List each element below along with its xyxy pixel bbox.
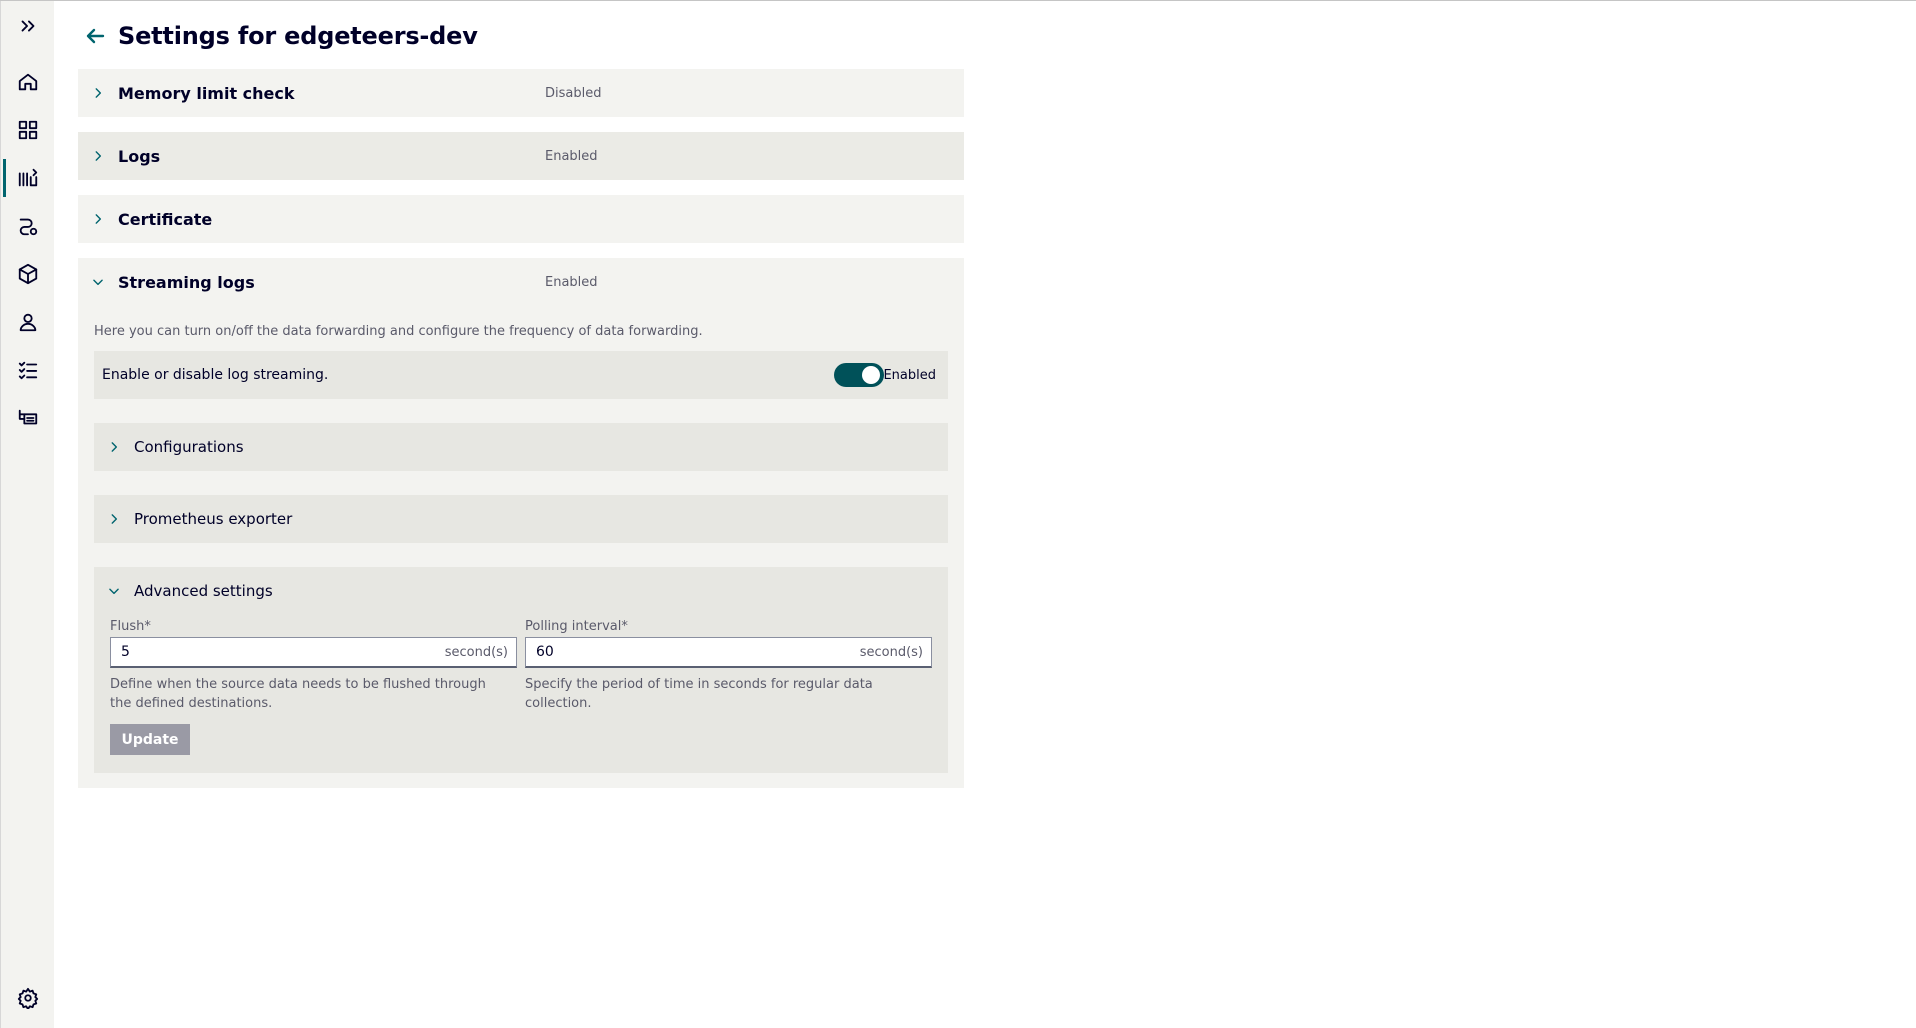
panel-title: Memory limit check [118,83,295,103]
chevron-right-icon [88,146,108,166]
panel-title: Streaming logs [118,272,255,292]
panel-memory-header[interactable]: Memory limit check Disabled [78,69,964,117]
subpanel-title: Prometheus exporter [134,510,293,528]
flush-input[interactable] [119,643,419,661]
chevron-right-icon [88,83,108,103]
subpanel-prometheus-header[interactable]: Prometheus exporter [94,495,948,543]
user-icon [19,313,37,332]
checklist-icon [18,361,38,380]
sidebar-item-tasks[interactable] [1,348,55,392]
app-window: Settings for edgeteers-dev Memory limit … [0,0,1916,1028]
subpanel-configurations-header[interactable]: Configurations [94,423,948,471]
sidebar-item-dashboard[interactable] [1,108,55,152]
polling-interval-input[interactable] [534,643,834,661]
sidebar-item-packages[interactable] [1,252,55,296]
polling-interval-field: Polling interval* second(s) Specify the … [525,619,932,711]
chevron-right-icon [104,509,124,529]
polling-interval-unit: second(s) [859,644,923,660]
sidebar-item-home[interactable] [1,60,55,104]
status-text: Enabled [545,274,598,290]
flush-field: Flush* second(s) Define when the source … [110,619,517,711]
panel-logs-header[interactable]: Logs Enabled [78,132,964,180]
flush-input-box: second(s) [110,637,517,668]
subpanel-title: Advanced settings [134,582,273,600]
toggle-label: Enable or disable log streaming. [102,367,329,383]
flush-help-text: Define when the source data needs to be … [110,677,486,711]
update-button[interactable]: Update [110,724,190,755]
chevron-right-icon [104,437,124,457]
sidebar-item-settings[interactable] [1,976,55,1020]
toggle-state-text: Enabled [883,367,936,383]
sidebar-item-users[interactable] [1,300,55,344]
arrow-left-icon [86,28,105,44]
subpanel-configurations: Configurations [94,423,948,471]
package-icon [18,263,38,285]
sidebar-item-network-devices[interactable] [1,396,55,440]
panel-streaming-logs: Streaming logs Enabled Here you can turn… [78,258,964,788]
sidebar-item-connections[interactable] [1,204,55,248]
panel-certificate: Certificate [78,195,964,243]
expand-icon [21,20,35,32]
gear-icon [17,987,39,1009]
chevron-right-icon [88,209,108,229]
panel-streaming-header[interactable]: Streaming logs Enabled [78,258,964,306]
panel-title: Certificate [118,209,213,229]
status-text: Enabled [545,148,598,164]
dashboard-icon [18,120,38,140]
sidebar [0,1,54,1028]
streaming-description: Here you can turn on/off the data forwar… [94,324,703,339]
polling-interval-label: Polling interval* [525,619,628,634]
panel-title: Logs [118,146,161,166]
sidebar-item-device-settings[interactable] [1,156,55,200]
panel-memory-limit-check: Memory limit check Disabled [78,69,964,117]
back-button[interactable] [80,21,110,51]
subpanel-advanced-header[interactable]: Advanced settings [94,567,948,615]
subpanel-prometheus-exporter: Prometheus exporter [94,495,948,543]
log-streaming-toggle[interactable] [834,363,884,387]
device-settings-icon [18,168,38,187]
page-title: Settings for edgeteers-dev [118,22,478,50]
subpanel-advanced-settings: Advanced settings Flush* second(s) Defin… [94,567,948,773]
polling-interval-help-text: Specify the period of time in seconds fo… [525,677,873,711]
toggle-knob [862,366,880,384]
home-icon [18,73,38,91]
connection-icon [19,218,38,236]
page-header: Settings for edgeteers-dev [78,19,478,53]
chevron-down-icon [88,272,108,292]
chevron-down-icon [104,581,124,601]
status-text: Disabled [545,85,602,101]
network-devices-icon [18,409,38,425]
subpanel-title: Configurations [134,438,244,456]
flush-label: Flush* [110,619,151,634]
expand-sidebar-button[interactable] [1,4,55,48]
panel-certificate-header[interactable]: Certificate [78,195,964,243]
panel-logs: Logs Enabled [78,132,964,180]
flush-unit: second(s) [444,644,508,660]
polling-interval-input-box: second(s) [525,637,932,668]
log-streaming-toggle-row: Enable or disable log streaming. Enabled [94,351,948,399]
